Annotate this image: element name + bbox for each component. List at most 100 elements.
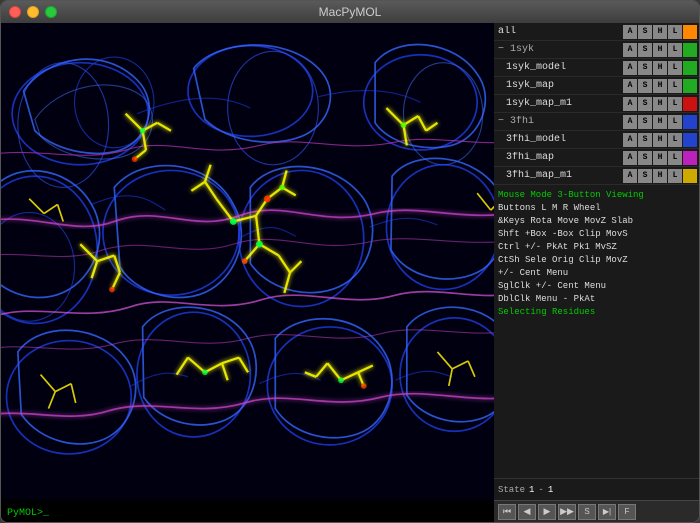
btn-l-1syk-model[interactable]: L — [668, 61, 682, 75]
viewport[interactable]: PyMOL>_ — [1, 23, 494, 522]
btn-s-3fhi-map[interactable]: S — [638, 151, 652, 165]
state-label: State — [498, 485, 525, 495]
object-row-1syk-map: 1syk_map A S H L — [494, 77, 699, 95]
btn-h-all[interactable]: H — [653, 25, 667, 39]
btn-c-3fhi-map-m1[interactable] — [683, 169, 697, 183]
btn-h-3fhi-map[interactable]: H — [653, 151, 667, 165]
btn-h-1syk-map[interactable]: H — [653, 79, 667, 93]
playback-forward[interactable]: ▶| — [598, 504, 616, 520]
btn-h-3fhi-map-m1[interactable]: H — [653, 169, 667, 183]
btn-l-1syk-map[interactable]: L — [668, 79, 682, 93]
playback-stop[interactable]: S — [578, 504, 596, 520]
btn-s-3fhi-map-m1[interactable]: S — [638, 169, 652, 183]
btn-l-3fhi[interactable]: L — [668, 115, 682, 129]
object-buttons-3fhi-map-m1: A S H L — [623, 169, 697, 183]
info-line-9: DblClk Menu - PkAt — [498, 293, 695, 306]
playback-rewind[interactable]: ⏮ — [498, 504, 516, 520]
btn-c-1syk-map[interactable] — [683, 79, 697, 93]
object-buttons-1syk-map-m1: A S H L — [623, 97, 697, 111]
btn-a-1syk-map[interactable]: A — [623, 79, 637, 93]
object-buttons-3fhi: A S H L — [623, 115, 697, 129]
btn-s-3fhi[interactable]: S — [638, 115, 652, 129]
btn-s-1syk-model[interactable]: S — [638, 61, 652, 75]
object-buttons-1syk-map: A S H L — [623, 79, 697, 93]
btn-l-1syk[interactable]: L — [668, 43, 682, 57]
pymol-prompt: PyMOL>_ — [1, 504, 494, 522]
btn-h-3fhi[interactable]: H — [653, 115, 667, 129]
object-name-1syk-model: 1syk_model — [498, 62, 623, 73]
btn-l-1syk-map-m1[interactable]: L — [668, 97, 682, 111]
minimize-button[interactable] — [27, 6, 39, 18]
btn-a-3fhi-map-m1[interactable]: A — [623, 169, 637, 183]
btn-s-1syk[interactable]: S — [638, 43, 652, 57]
btn-s-1syk-map-m1[interactable]: S — [638, 97, 652, 111]
btn-c-all[interactable] — [683, 25, 697, 39]
btn-h-3fhi-model[interactable]: H — [653, 133, 667, 147]
info-line-1: Mouse Mode 3-Button Viewing — [498, 189, 695, 202]
btn-c-1syk[interactable] — [683, 43, 697, 57]
btn-a-1syk-model[interactable]: A — [623, 61, 637, 75]
btn-a-3fhi[interactable]: A — [623, 115, 637, 129]
window-title: MacPyMOL — [319, 5, 382, 19]
playback-play[interactable]: ▶ — [538, 504, 556, 520]
btn-h-1syk-map-m1[interactable]: H — [653, 97, 667, 111]
main-window: MacPyMOL — [0, 0, 700, 523]
btn-c-3fhi-model[interactable] — [683, 133, 697, 147]
object-row-1syk-map-m1: 1syk_map_m1 A S H L — [494, 95, 699, 113]
object-row-3fhi-model: 3fhi_model A S H L — [494, 131, 699, 149]
object-name-3fhi-map: 3fhi_map — [498, 152, 623, 163]
playback-prev[interactable]: ◀ — [518, 504, 536, 520]
btn-l-all[interactable]: L — [668, 25, 682, 39]
object-row-3fhi-map: 3fhi_map A S H L — [494, 149, 699, 167]
object-row-1syk-model: 1syk_model A S H L — [494, 59, 699, 77]
state-current: 1 — [529, 485, 534, 495]
maximize-button[interactable] — [45, 6, 57, 18]
info-line-7: +/- Cent Menu — [498, 267, 695, 280]
state-separator: - — [538, 485, 543, 495]
info-line-3: &Keys Rota Move MovZ Slab — [498, 215, 695, 228]
object-buttons-1syk-model: A S H L — [623, 61, 697, 75]
btn-c-1syk-map-m1[interactable] — [683, 97, 697, 111]
object-list: all A S H L − 1syk A S H — [494, 23, 699, 185]
btn-l-3fhi-model[interactable]: L — [668, 133, 682, 147]
btn-h-1syk[interactable]: H — [653, 43, 667, 57]
btn-c-3fhi[interactable] — [683, 115, 697, 129]
title-bar: MacPyMOL — [1, 1, 699, 23]
object-row-3fhi-map-m1: 3fhi_map_m1 A S H L — [494, 167, 699, 185]
traffic-lights — [9, 6, 57, 18]
object-name-3fhi: − 3fhi — [498, 116, 623, 127]
playback-frame[interactable]: F — [618, 504, 636, 520]
info-line-2: Buttons L M R Wheel — [498, 202, 695, 215]
playback-next[interactable]: ▶▶ — [558, 504, 576, 520]
object-name-3fhi-model: 3fhi_model — [498, 134, 623, 145]
info-line-6: CtSh Sele Orig Clip MovZ — [498, 254, 695, 267]
btn-s-all[interactable]: S — [638, 25, 652, 39]
object-name-all: all — [498, 26, 623, 37]
object-row-1syk: − 1syk A S H L — [494, 41, 699, 59]
btn-s-3fhi-model[interactable]: S — [638, 133, 652, 147]
btn-a-1syk[interactable]: A — [623, 43, 637, 57]
btn-h-1syk-model[interactable]: H — [653, 61, 667, 75]
btn-a-all[interactable]: A — [623, 25, 637, 39]
right-panel: all A S H L − 1syk A S H — [494, 23, 699, 522]
btn-c-3fhi-map[interactable] — [683, 151, 697, 165]
btn-a-1syk-map-m1[interactable]: A — [623, 97, 637, 111]
btn-a-3fhi-model[interactable]: A — [623, 133, 637, 147]
object-name-1syk-map: 1syk_map — [498, 80, 623, 91]
object-buttons-3fhi-model: A S H L — [623, 133, 697, 147]
btn-s-1syk-map[interactable]: S — [638, 79, 652, 93]
close-button[interactable] — [9, 6, 21, 18]
object-row-all: all A S H L — [494, 23, 699, 41]
playback-bar: ⏮ ◀ ▶ ▶▶ S ▶| F — [494, 500, 699, 522]
main-area: PyMOL>_ all A S H L — [1, 23, 699, 522]
object-name-1syk-map-m1: 1syk_map_m1 — [498, 98, 623, 109]
btn-a-3fhi-map[interactable]: A — [623, 151, 637, 165]
btn-c-1syk-model[interactable] — [683, 61, 697, 75]
btn-l-3fhi-map-m1[interactable]: L — [668, 169, 682, 183]
object-row-3fhi: − 3fhi A S H L — [494, 113, 699, 131]
btn-l-3fhi-map[interactable]: L — [668, 151, 682, 165]
state-total: 1 — [548, 485, 553, 495]
object-buttons-1syk: A S H L — [623, 43, 697, 57]
info-line-8: SglClk +/- Cent Menu — [498, 280, 695, 293]
info-panel: Mouse Mode 3-Button Viewing Buttons L M … — [494, 185, 699, 478]
